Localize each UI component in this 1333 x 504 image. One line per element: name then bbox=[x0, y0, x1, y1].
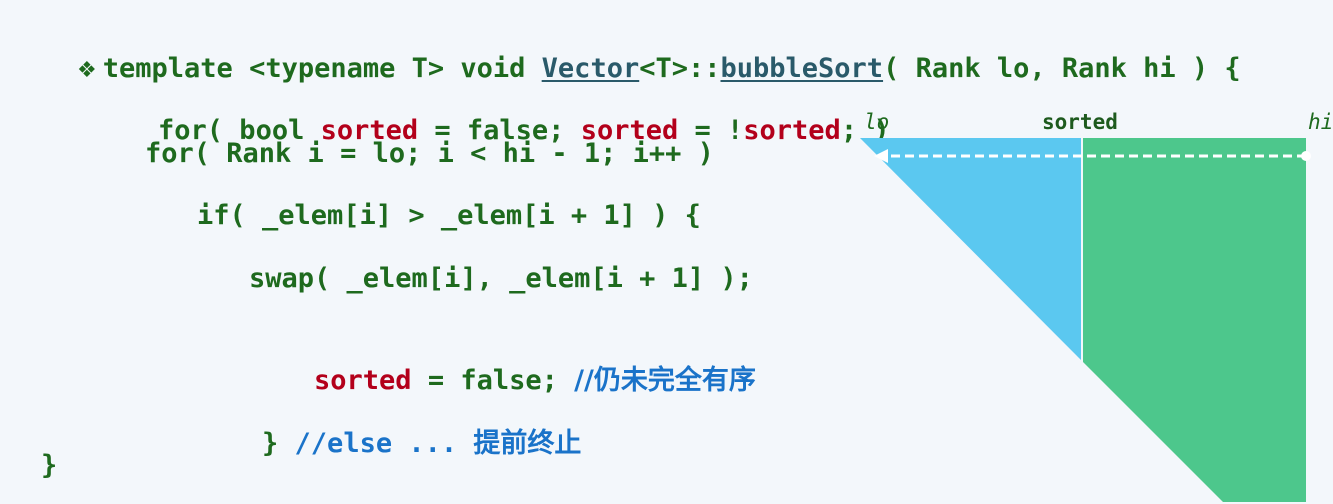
diagram-svg bbox=[860, 138, 1311, 502]
code-line-7: } //else ... 提前终止 bbox=[197, 384, 581, 459]
code-line-2: for( bool sorted = false; sorted = !sort… bbox=[93, 71, 890, 146]
code-line-2-sorted-3: sorted bbox=[743, 115, 841, 146]
unsorted-region bbox=[860, 138, 1081, 360]
code-line-6: sorted = false; //仍未完全有序 bbox=[249, 321, 756, 396]
code-line-7-brace: } bbox=[262, 428, 295, 459]
code-line-5: swap( _elem[i], _elem[i + 1] ); bbox=[249, 263, 753, 294]
code-line-4: if( _elem[i] > _elem[i + 1] ) { bbox=[197, 200, 701, 231]
code-line-1-params: ( Rank lo, Rank hi ) { bbox=[883, 53, 1241, 84]
comment-not-fully-sorted: //仍未完全有序 bbox=[574, 365, 756, 396]
comment-else: //else ... bbox=[294, 428, 474, 459]
code-line-1: ❖ template <typename T> void Vector<T>::b… bbox=[12, 9, 1241, 84]
code-listing: ❖ template <typename T> void Vector<T>::b… bbox=[0, 0, 1241, 502]
bubble-sort-diagram: lo sorted hi bbox=[850, 100, 1333, 502]
code-line-8: } bbox=[41, 450, 58, 481]
sorted-region bbox=[1083, 138, 1306, 502]
code-line-3: for( Rank i = lo; i < hi - 1; i++ ) bbox=[145, 138, 714, 169]
comment-early-termination: 提前终止 bbox=[473, 428, 582, 459]
scan-start-dot bbox=[1301, 151, 1311, 161]
